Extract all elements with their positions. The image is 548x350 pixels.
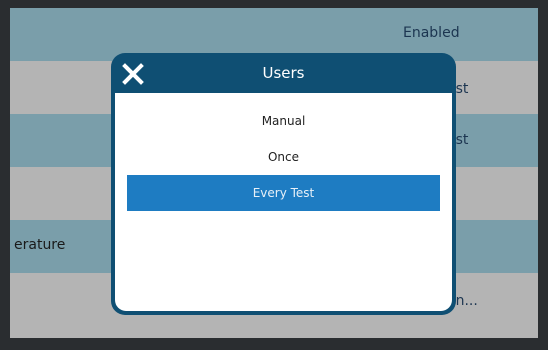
users-dialog: Users Manual Once Every Test xyxy=(111,53,456,315)
option-every-test[interactable]: Every Test xyxy=(127,175,440,211)
dialog-body: Manual Once Every Test xyxy=(115,93,452,311)
dialog-title: Users xyxy=(262,64,305,82)
row-label: erature xyxy=(14,237,66,253)
option-manual[interactable]: Manual xyxy=(127,103,440,139)
option-once[interactable]: Once xyxy=(127,139,440,175)
device-frame: Enabled est est erature on... Users Manu… xyxy=(0,0,548,350)
screen: Enabled est est erature on... Users Manu… xyxy=(10,8,538,338)
row-value: Enabled xyxy=(403,25,460,41)
dialog-header: Users xyxy=(111,53,456,93)
